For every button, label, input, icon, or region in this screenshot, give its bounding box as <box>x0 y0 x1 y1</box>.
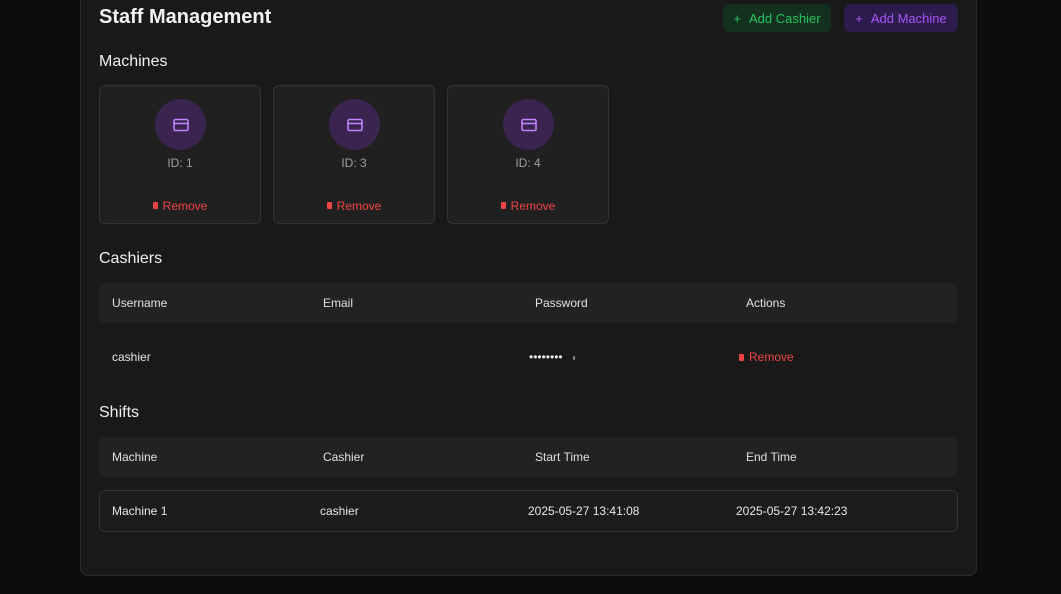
remove-label: Remove <box>162 198 208 213</box>
machine-id: ID: 4 <box>515 156 541 170</box>
card-icon <box>520 118 537 131</box>
cashier-password: •••••••• ◐ <box>529 350 578 364</box>
remove-label: Remove <box>336 198 382 213</box>
cashiers-table-header: Username Email Password Actions <box>99 283 958 323</box>
shifts-table-header: Machine Cashier Start Time End Time <box>99 437 958 477</box>
cashiers-section-title: Cashiers <box>99 250 163 267</box>
add-machine-button[interactable]: + Add Machine <box>844 4 958 32</box>
column-header: Cashier <box>323 450 365 464</box>
remove-cashier-button[interactable]: Remove <box>739 350 794 364</box>
eye-off-icon[interactable]: ◐ <box>572 353 578 364</box>
page-title: Staff Management <box>99 6 272 28</box>
shift-end-time: 2025-05-27 13:42:23 <box>736 504 848 518</box>
column-header: Machine <box>112 450 158 464</box>
remove-machine-button[interactable]: Remove <box>152 198 208 213</box>
plus-icon: + <box>855 10 863 26</box>
trash-icon <box>152 202 158 209</box>
trash-icon <box>739 353 744 361</box>
card-icon <box>346 118 363 131</box>
machine-icon-circle <box>503 99 554 150</box>
machine-card: ID: 1 Remove <box>99 85 261 224</box>
remove-label: Remove <box>749 350 794 364</box>
machine-id: ID: 1 <box>167 156 193 170</box>
plus-icon: + <box>733 10 742 26</box>
column-header: Email <box>323 296 354 310</box>
machines-section-title: Machines <box>99 53 168 70</box>
machine-icon-circle <box>329 99 380 150</box>
column-header: Password <box>535 296 588 310</box>
remove-machine-button[interactable]: Remove <box>500 198 556 213</box>
trash-icon <box>326 202 332 209</box>
shift-start-time: 2025-05-27 13:41:08 <box>528 504 640 518</box>
remove-label: Remove <box>510 198 556 213</box>
card-icon <box>172 118 189 131</box>
column-header: Username <box>112 296 168 310</box>
shift-machine: Machine 1 <box>112 504 168 518</box>
shift-cashier: cashier <box>320 504 359 518</box>
column-header: Start Time <box>535 450 590 464</box>
machine-id: ID: 3 <box>341 156 367 170</box>
machine-card: ID: 3 Remove <box>273 85 435 224</box>
password-mask: •••••••• <box>529 350 563 364</box>
add-cashier-button[interactable]: + Add Cashier <box>723 4 831 32</box>
column-header: End Time <box>746 450 797 464</box>
add-cashier-label: Add Cashier <box>749 10 821 26</box>
cashier-username: cashier <box>112 350 151 364</box>
add-machine-label: Add Machine <box>870 10 947 26</box>
column-header: Actions <box>746 296 786 310</box>
machine-icon-circle <box>155 99 206 150</box>
trash-icon <box>500 202 506 209</box>
shifts-section-title: Shifts <box>99 404 140 421</box>
table-row[interactable]: Machine 1 cashier 2025-05-27 13:41:08 20… <box>99 490 958 532</box>
machine-card: ID: 4 Remove <box>447 85 609 224</box>
remove-machine-button[interactable]: Remove <box>326 198 382 213</box>
